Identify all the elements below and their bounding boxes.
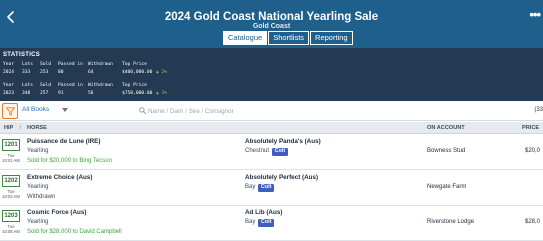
price: $20,0 [525,148,541,154]
price: $28,0 [525,219,541,225]
stat-passed-in: 80 [58,70,64,75]
dam-name: Absolutely Perfect (Aus) [245,174,319,181]
horse-color-text: Bay [245,184,256,190]
lot-number: 1202 [2,175,20,187]
books-dropdown-label: All Books [22,106,50,113]
sale-status: Sold for $28,000 to David Campbell [27,229,122,235]
stat-col-passed-in: Passed in [58,83,83,88]
lot-number: 1203 [2,210,20,222]
sort-ascending-icon[interactable]: ↑ [19,125,22,131]
sex-badge: Colt [258,184,275,192]
stat-passed-in: 91 [58,91,64,96]
page-title: 2024 Gold Coast National Yearling Sale [164,11,379,23]
stat-col-withdrawn: Withdrawn [88,62,113,67]
lot-number: 1201 [2,139,20,151]
horse-name: Cosmic Force (Aus) [27,209,87,216]
sale-status: Withdrawn [27,194,56,200]
tab-reporting[interactable]: Reporting [310,31,353,45]
search-input[interactable] [148,105,528,117]
stat-sold: 253 [40,70,49,75]
stat-change: ▲ 1% [156,91,168,96]
stat-col-top-price: Top Price [122,62,147,67]
sex-badge: Colt [272,148,288,156]
table-row[interactable]: 1201 Tue 10:01 AM Puissance de Lune (IRE… [0,135,543,170]
more-options-icon[interactable]: ••• [529,8,541,21]
stat-withdrawn: 64 [88,70,94,75]
on-account: Newgate Farm [427,184,467,190]
stat-col-year: Year [3,83,15,88]
lot-time: 10:05 AM [2,229,20,234]
stat-lots: 333 [22,70,31,75]
column-header-on-account[interactable]: ON ACCOUNT [427,125,465,131]
result-count: (33 [534,107,543,113]
horse-color: Chestnut Colt [245,148,288,156]
tab-shortlists[interactable]: Shortlists [268,31,310,45]
stat-col-lots: Lots [22,83,34,88]
search-icon [139,107,146,114]
column-header-hip[interactable]: HIP [4,125,13,131]
column-header-horse[interactable]: HORSE [27,125,47,131]
books-dropdown[interactable]: All Books [22,105,132,117]
horse-color-text: Chestnut [245,148,270,154]
on-account: Riverstone Lodge [427,219,475,225]
stat-col-sold: Sold [40,83,52,88]
dam-name: Absolutely Panda's (Aus) [245,138,321,145]
horse-color: Bay Colt [245,184,275,192]
table-header: HIP ↑ HORSE ON ACCOUNT PRICE [0,122,543,134]
horse-name: Extreme Choice (Aus) [27,174,93,181]
table-row[interactable]: 1202 Tue 10:03 AM Extreme Choice (Aus) Y… [0,171,543,206]
stat-sold: 257 [40,91,49,96]
stat-change: ▲ 2% [156,70,168,75]
stat-col-top-price: Top Price [122,83,147,88]
stat-top-price: $400,000.00 [122,70,153,75]
filter-button[interactable] [2,103,18,119]
dam-name: Ad Lib (Aus) [245,209,283,216]
app-header: 2024 Gold Coast National Yearling Sale G… [0,0,543,48]
sale-status: Sold for $20,000 to Bing Tecson [27,158,112,164]
horse-age: Yearling [27,184,49,190]
horse-color-text: Bay [245,219,256,225]
stat-year: 2024 [3,70,15,75]
statistics-title: STATISTICS [3,52,41,58]
lot-time: 10:01 AM [2,158,20,163]
sex-badge: Colt [258,219,275,227]
lot-time: 10:03 AM [2,194,20,199]
stat-lots: 348 [22,91,31,96]
page-subtitle: Gold Coast [252,23,291,30]
view-tabs: Catalogue Shortlists Reporting [223,31,353,45]
horse-age: Yearling [27,148,49,154]
statistics-panel: STATISTICS Year Lots Sold Passed in With… [0,48,543,101]
table-row[interactable]: 1203 Tue 10:05 AM Cosmic Force (Aus) Yea… [0,206,543,241]
stat-col-year: Year [3,62,15,67]
horse-age: Yearling [27,219,49,225]
caret-down-icon [62,108,68,112]
filter-icon [6,107,15,116]
tab-catalogue[interactable]: Catalogue [223,31,268,45]
horse-name: Puissance de Lune (IRE) [27,138,101,145]
stat-withdrawn: 56 [88,91,94,96]
column-header-price[interactable]: PRICE [522,125,539,131]
filter-bar: All Books (33 [0,101,543,121]
stat-col-withdrawn: Withdrawn [88,83,113,88]
horse-color: Bay Colt [245,219,275,227]
stat-col-passed-in: Passed in [58,62,83,67]
stat-year: 2023 [3,91,15,96]
stat-col-sold: Sold [40,62,52,67]
stat-col-lots: Lots [22,62,34,67]
stat-top-price: $750,000.00 [122,91,153,96]
on-account: Bowness Stud [427,148,466,154]
